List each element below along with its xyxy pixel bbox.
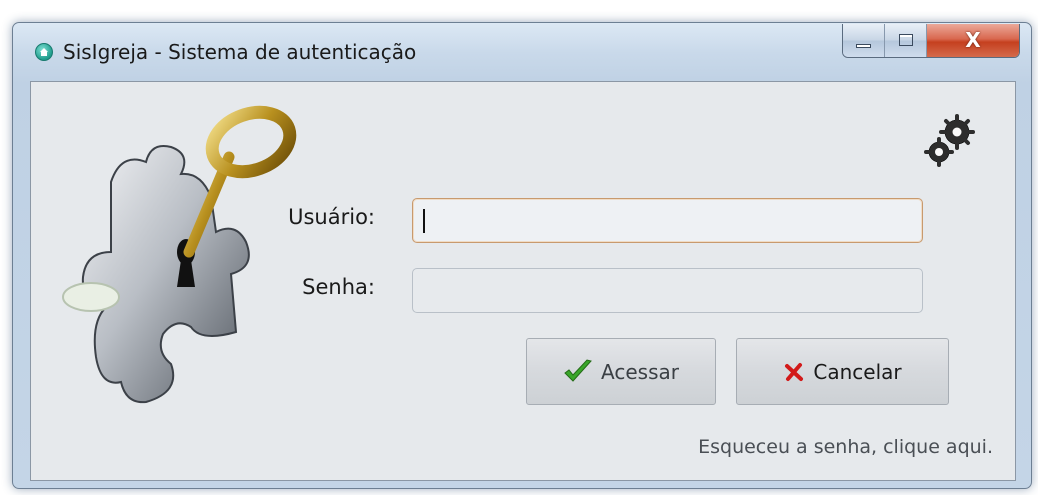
username-label: Usuário: bbox=[288, 205, 375, 229]
login-window: SisIgreja - Sistema de autenticação X Us… bbox=[12, 22, 1032, 489]
cancel-button-label: Cancelar bbox=[813, 359, 902, 384]
close-icon: X bbox=[965, 28, 981, 52]
close-button[interactable]: X bbox=[927, 24, 1019, 57]
forgot-password-link[interactable]: Esqueceu a senha, clique aqui. bbox=[631, 436, 993, 458]
cancel-button[interactable]: Cancelar bbox=[736, 338, 949, 405]
minimize-icon bbox=[856, 44, 871, 48]
access-button[interactable]: Acessar bbox=[526, 338, 716, 405]
window-controls: X bbox=[842, 24, 1020, 58]
puzzle-key-icon bbox=[62, 105, 297, 404]
checkmark-icon bbox=[564, 358, 592, 382]
password-input[interactable] bbox=[412, 268, 923, 313]
title-bar[interactable]: SisIgreja - Sistema de autenticação X bbox=[13, 23, 1031, 81]
home-icon bbox=[35, 43, 53, 61]
access-button-label: Acessar bbox=[601, 359, 679, 384]
cross-icon bbox=[785, 362, 804, 381]
username-input[interactable] bbox=[412, 198, 923, 243]
maximize-icon bbox=[899, 34, 913, 46]
text-caret bbox=[423, 209, 425, 233]
minimize-button[interactable] bbox=[843, 24, 885, 57]
login-panel: Usuário: Senha: Acessar Cancelar Esquece… bbox=[30, 81, 1016, 481]
window-title: SisIgreja - Sistema de autenticação bbox=[63, 40, 417, 64]
gears-icon[interactable] bbox=[919, 112, 979, 172]
password-label: Senha: bbox=[302, 275, 375, 299]
maximize-button[interactable] bbox=[885, 24, 927, 57]
